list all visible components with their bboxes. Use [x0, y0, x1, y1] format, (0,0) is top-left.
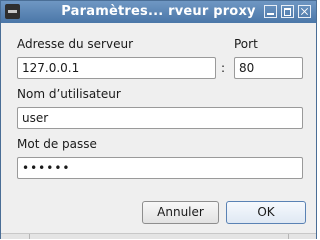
server-address-label: Adresse du serveur — [17, 37, 133, 51]
password-input[interactable] — [17, 157, 303, 179]
port-input[interactable] — [234, 57, 303, 79]
password-label: Mot de passe — [17, 137, 97, 151]
close-icon[interactable] — [298, 5, 311, 18]
maximize-icon[interactable] — [281, 5, 294, 18]
cancel-button[interactable]: Annuler — [142, 201, 219, 224]
minimize-icon[interactable] — [264, 5, 277, 18]
server-address-input[interactable] — [17, 57, 216, 79]
port-label: Port — [234, 37, 258, 51]
host-port-separator: : — [221, 61, 226, 75]
proxy-settings-dialog: Paramètres... rveur proxy Adresse du ser… — [0, 0, 317, 239]
ok-button[interactable]: OK — [226, 201, 306, 224]
username-label: Nom d’utilisateur — [17, 87, 121, 101]
title-bar[interactable]: Paramètres... rveur proxy — [1, 1, 316, 23]
window-bottom-border — [1, 233, 316, 239]
username-input[interactable] — [17, 107, 303, 129]
